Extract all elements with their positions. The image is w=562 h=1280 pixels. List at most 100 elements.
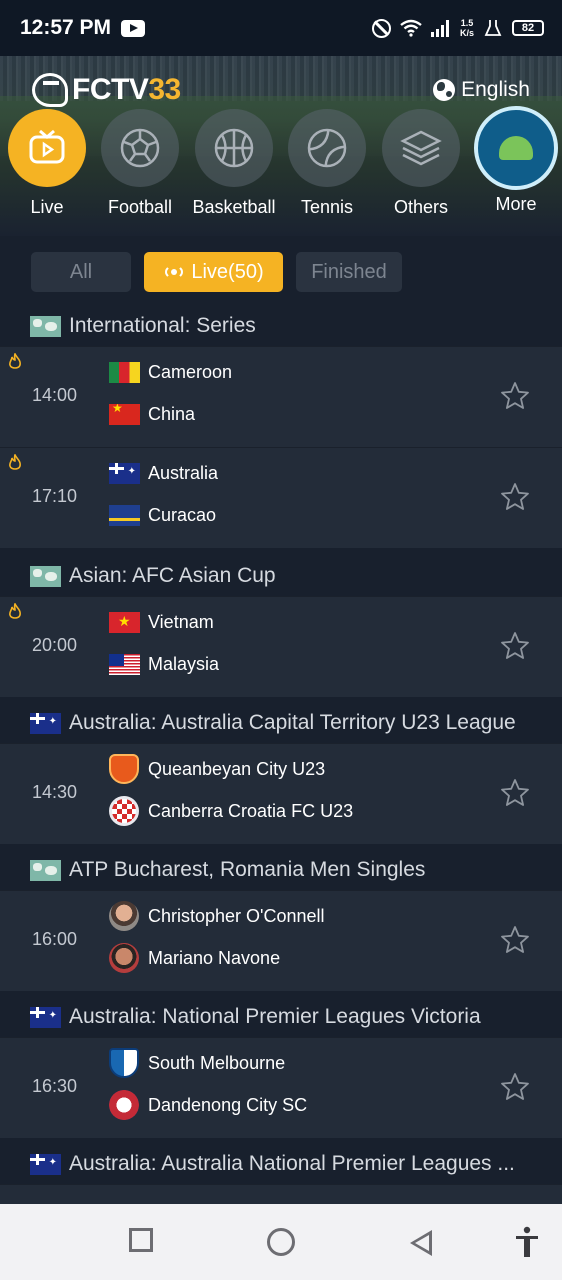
queanbeyan-crest-icon xyxy=(109,754,139,784)
logo-mark-icon xyxy=(32,73,68,107)
match-row[interactable]: 16:30 South Melbourne Dandenong City SC xyxy=(0,1037,562,1138)
youtube-icon xyxy=(121,19,146,37)
south-melbourne-crest-icon xyxy=(109,1048,139,1078)
language-selector[interactable]: English xyxy=(433,78,530,102)
live-tv-icon xyxy=(8,109,86,187)
team-name: Curacao xyxy=(148,504,217,525)
globe-icon xyxy=(433,79,456,101)
team-name: Queanbeyan City U23 xyxy=(148,758,326,779)
league-header[interactable]: Australia: Australia National Premier Le… xyxy=(0,1144,562,1184)
league-name: Australia: Australia National Premier Le… xyxy=(69,1152,515,1175)
system-nav-bar xyxy=(0,1204,562,1280)
cameroon-flag-icon xyxy=(109,361,140,383)
logo-text: FCTV xyxy=(72,73,149,106)
league-name: Australia: Australia Capital Territory U… xyxy=(69,711,516,734)
accessibility-icon[interactable] xyxy=(514,1226,540,1258)
team-name: South Melbourne xyxy=(148,1052,286,1073)
recent-apps-button[interactable] xyxy=(129,1228,153,1252)
category-others[interactable]: Others xyxy=(371,109,471,218)
team-name: Christopher O'Connell xyxy=(148,905,325,926)
flask-icon xyxy=(484,20,502,36)
match-time: 16:30 xyxy=(32,1076,78,1096)
croatia-crest-icon xyxy=(109,796,139,826)
favorite-star-icon[interactable] xyxy=(500,1072,530,1102)
favorite-star-icon[interactable] xyxy=(500,925,530,955)
australia-flag-icon xyxy=(30,1006,61,1028)
category-more[interactable]: More xyxy=(466,106,562,215)
sport-categories: Live Football Basketball Tennis Others M… xyxy=(0,106,562,229)
match-row[interactable]: 14:00 Cameroon China xyxy=(0,346,562,447)
net-speed-value: 1.5 xyxy=(460,18,474,28)
net-speed: 1.5 K/s xyxy=(460,18,474,38)
match-row[interactable]: 14:30 Queanbeyan City U23 Canberra Croat… xyxy=(0,743,562,844)
world-flag-icon xyxy=(30,859,61,881)
team-name: Canberra Croatia FC U23 xyxy=(148,800,354,821)
away-team: Mariano Navone xyxy=(109,943,280,973)
league-header[interactable]: Australia: Australia Capital Territory U… xyxy=(0,703,562,743)
status-bar: 12:57 PM 1.5 K/s 82 xyxy=(0,0,562,56)
hot-fire-icon xyxy=(9,603,21,619)
match-row[interactable]: 16:00 Christopher O'Connell Mariano Navo… xyxy=(0,890,562,991)
match-time: 17:10 xyxy=(32,486,78,506)
home-team: Queanbeyan City U23 xyxy=(109,754,325,784)
match-list[interactable]: International: Series 14:00 Cameroon Chi… xyxy=(0,306,562,1204)
tab-live[interactable]: Live(50) xyxy=(144,252,283,292)
app-header: FCTV 33 English Live Football Basketball… xyxy=(0,56,562,236)
status-time: 12:57 PM xyxy=(20,16,112,39)
hot-fire-icon xyxy=(9,353,21,369)
logo-number: 33 xyxy=(148,73,181,106)
away-team: Malaysia xyxy=(109,649,219,679)
tab-all-label: All xyxy=(69,260,93,283)
league-header[interactable]: ATP Bucharest, Romania Men Singles xyxy=(0,850,562,890)
team-name: Dandenong City SC xyxy=(148,1094,308,1115)
net-speed-unit: K/s xyxy=(459,28,474,38)
basketball-icon xyxy=(195,109,273,187)
team-name: China xyxy=(148,403,196,424)
tab-finished[interactable]: Finished xyxy=(296,252,402,292)
league-header[interactable]: Australia: National Premier Leagues Vict… xyxy=(0,997,562,1037)
favorite-star-icon[interactable] xyxy=(500,482,530,512)
category-label: Live xyxy=(30,197,64,217)
league-name: ATP Bucharest, Romania Men Singles xyxy=(69,858,426,881)
do-not-disturb-icon xyxy=(371,18,391,38)
league-header[interactable]: International: Series xyxy=(0,306,562,346)
category-basketball[interactable]: Basketball xyxy=(184,109,284,218)
match-time: 14:00 xyxy=(32,385,78,405)
away-team: China xyxy=(109,399,195,429)
category-live[interactable]: Live xyxy=(0,109,97,218)
favorite-star-icon[interactable] xyxy=(500,778,530,808)
league-name: Australia: National Premier Leagues Vict… xyxy=(69,1005,481,1028)
team-name: Cameroon xyxy=(148,361,233,382)
home-team: Australia xyxy=(109,458,218,488)
player-avatar xyxy=(109,901,139,931)
match-row[interactable]: 17:10 Australia Curacao xyxy=(0,447,562,548)
match-time: 16:00 xyxy=(32,929,78,949)
hot-fire-icon xyxy=(9,454,21,470)
tab-all[interactable]: All xyxy=(31,252,131,292)
home-team: Cameroon xyxy=(109,357,232,387)
china-flag-icon xyxy=(109,403,140,425)
battery-indicator: 82 xyxy=(512,20,544,36)
android-icon xyxy=(499,136,533,160)
league-header[interactable]: Asian: AFC Asian Cup xyxy=(0,556,562,596)
player-avatar xyxy=(109,943,139,973)
category-football[interactable]: Football xyxy=(90,109,190,218)
favorite-star-icon[interactable] xyxy=(500,381,530,411)
layers-icon xyxy=(382,109,460,187)
category-label: Football xyxy=(107,197,173,217)
category-label: Basketball xyxy=(192,197,276,217)
team-name: Mariano Navone xyxy=(148,947,281,968)
signal-icon xyxy=(430,20,449,37)
match-row[interactable] xyxy=(0,1184,562,1204)
match-row[interactable]: 20:00 Vietnam Malaysia xyxy=(0,596,562,697)
favorite-star-icon[interactable] xyxy=(500,631,530,661)
curacao-flag-icon xyxy=(109,504,140,526)
category-tennis[interactable]: Tennis xyxy=(277,109,377,218)
home-button[interactable] xyxy=(267,1228,295,1256)
home-team: South Melbourne xyxy=(109,1048,285,1078)
football-icon xyxy=(101,109,179,187)
wifi-icon xyxy=(400,19,422,37)
team-name: Malaysia xyxy=(148,653,220,674)
android-badge-icon xyxy=(474,106,558,190)
australia-flag-icon xyxy=(109,462,140,484)
